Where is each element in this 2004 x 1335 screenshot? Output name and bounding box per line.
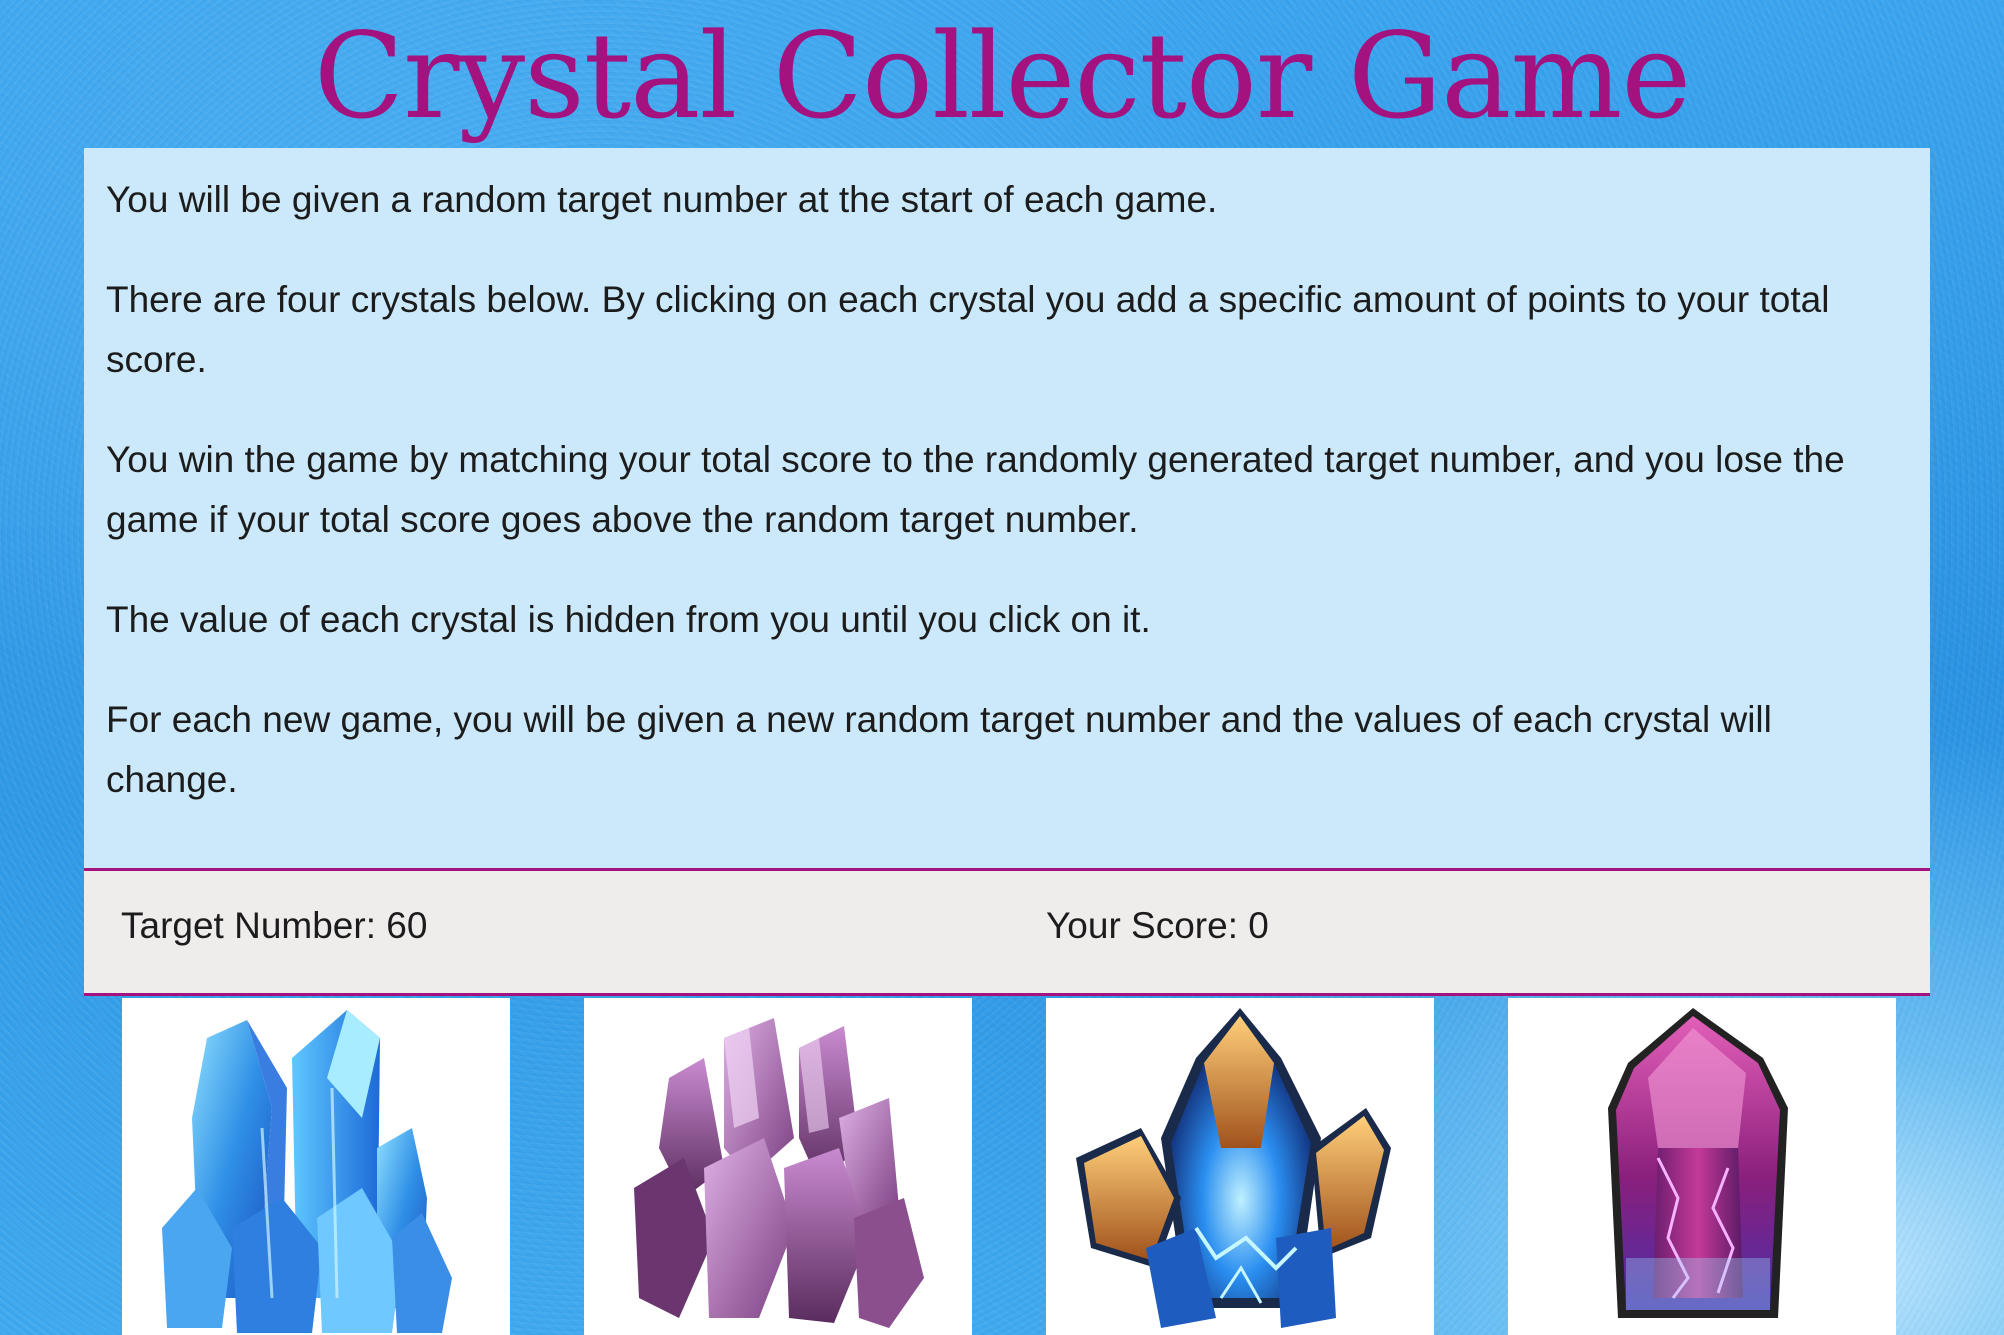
purple-crystal-cluster-icon (634, 1018, 924, 1328)
rule-paragraph: You will be given a random target number… (106, 179, 1218, 220)
rule-paragraph: There are four crystals below. By clicki… (106, 279, 1830, 380)
crystal-button-4[interactable] (1508, 998, 1896, 1335)
page-title: Crystal Collector Game (313, 7, 1691, 145)
rule-paragraph: For each new game, you will be given a n… (106, 699, 1772, 800)
blue-crystal-cluster-icon (162, 1010, 452, 1333)
rule-paragraph: You win the game by matching your total … (106, 439, 1845, 540)
your-score: Your Score: 0 (1046, 905, 1269, 946)
rules-panel: You will be given a random target number… (84, 148, 1930, 870)
crystal-button-3[interactable] (1046, 998, 1434, 1335)
scoreboard: Target Number: 60 Your Score: 0 (84, 868, 1930, 996)
orange-blue-crystal-icon (1076, 1008, 1391, 1328)
crystal-button-1[interactable] (122, 998, 510, 1335)
magenta-crystal-icon (1608, 1008, 1788, 1318)
rule-paragraph: The value of each crystal is hidden from… (106, 599, 1151, 640)
target-number: Target Number: 60 (121, 905, 428, 946)
crystal-button-2[interactable] (584, 998, 972, 1335)
